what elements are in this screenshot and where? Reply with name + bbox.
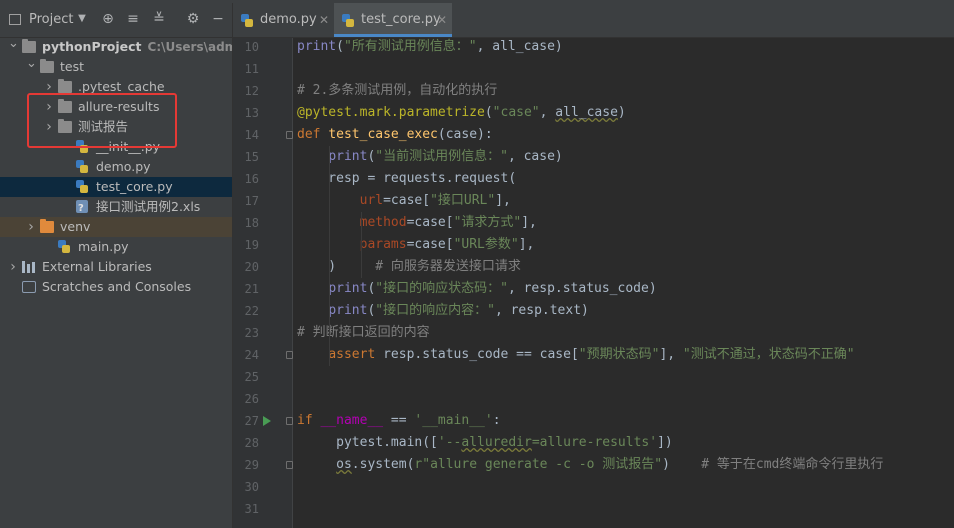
tab-label: demo.py xyxy=(260,12,317,27)
tree-item-python-project[interactable]: ⌄ pythonProjectC:\Users\admin\ xyxy=(0,37,232,57)
code-line[interactable]: print("当前测试用例信息：", case) xyxy=(297,146,562,168)
tree-item-label: 接口测试用例2.xls xyxy=(96,199,201,214)
folder-icon xyxy=(22,39,36,53)
line-number: 13 xyxy=(244,106,259,120)
code-line[interactable]: os.system(r"allure generate -c -o 测试报告")… xyxy=(297,454,883,476)
chevron-right-icon[interactable]: › xyxy=(26,217,36,237)
tree-item-label: Scratches and Consoles xyxy=(42,279,192,294)
editor-tabs: demo.py ✕ test_core.py ✕ xyxy=(233,3,954,38)
tab-demo-py[interactable]: demo.py ✕ xyxy=(233,3,333,37)
tree-item-main-py[interactable]: main.py xyxy=(0,237,232,257)
project-panel: Project ▼ ⊕ ≡ ≚ ⚙ − ⌄ pythonProject C:\Use… xyxy=(0,3,233,528)
line-number: 18 xyxy=(244,216,259,230)
chevron-down-icon[interactable]: ▼ xyxy=(74,11,90,27)
unknown-file-icon: ? xyxy=(76,200,88,214)
chevron-right-icon[interactable]: › xyxy=(8,257,18,277)
tree-item-label: test xyxy=(60,59,85,74)
code-line[interactable]: print("接口的响应内容：", resp.text) xyxy=(297,300,589,322)
collapse-all-icon[interactable]: ≚ xyxy=(151,11,167,27)
python-file-icon xyxy=(241,14,253,27)
tab-test-core-py[interactable]: test_core.py ✕ xyxy=(334,3,452,37)
folder-icon xyxy=(40,59,54,73)
project-title[interactable]: Project xyxy=(29,12,73,27)
tree-item-scratches[interactable]: Scratches and Consoles xyxy=(0,277,232,297)
run-icon[interactable] xyxy=(263,416,271,426)
python-file-icon xyxy=(342,14,354,27)
fold-marker-icon[interactable] xyxy=(286,351,293,359)
code-editor[interactable]: print("所有测试用例信息：", all_case) # 2.多条测试用例，自… xyxy=(293,38,954,528)
tree-item-label: main.py xyxy=(78,239,129,254)
fold-marker-icon[interactable] xyxy=(286,417,293,425)
line-number: 23 xyxy=(244,326,259,340)
line-number: 29 xyxy=(244,458,259,472)
hide-icon[interactable]: − xyxy=(210,11,226,27)
folder-icon xyxy=(40,219,54,233)
code-line[interactable]: assert resp.status_code == case["预期状态码"]… xyxy=(297,344,854,366)
line-number: 14 xyxy=(244,128,259,142)
tree-item-label: venv xyxy=(60,219,91,234)
tree-item-test[interactable]: ⌄ test xyxy=(0,57,232,77)
tree-item-venv[interactable]: › venv xyxy=(0,217,232,237)
line-number: 22 xyxy=(244,304,259,318)
code-line[interactable]: print("所有测试用例信息：", all_case) xyxy=(297,36,563,58)
code-line[interactable]: # 判断接口返回的内容 xyxy=(297,322,430,344)
line-number: 21 xyxy=(244,282,259,296)
fold-marker-icon[interactable] xyxy=(286,461,293,469)
line-number: 28 xyxy=(244,436,259,450)
code-line[interactable]: if __name__ == '__main__': xyxy=(297,410,501,432)
line-number: 25 xyxy=(244,370,259,384)
code-line[interactable]: pytest.main(['--alluredir=allure-results… xyxy=(297,432,673,454)
code-line[interactable]: # 2.多条测试用例，自动化的执行 xyxy=(297,80,497,102)
tree-item-test-core-py[interactable]: test_core.py xyxy=(0,177,232,197)
line-number: 11 xyxy=(244,62,259,76)
tree-item-label: demo.py xyxy=(96,159,151,174)
close-icon[interactable]: ✕ xyxy=(319,3,329,37)
line-number: 12 xyxy=(244,84,259,98)
tree-item-xls-file[interactable]: ? 接口测试用例2.xls xyxy=(0,197,232,217)
fold-marker-icon[interactable] xyxy=(286,131,293,139)
line-number: 19 xyxy=(244,238,259,252)
code-line[interactable]: def test_case_exec(case): xyxy=(297,124,493,146)
line-number-gutter: 10 11 12 13 14 15 16 17 18 19 20 21 22 23 24 25 26 27 28 29… xyxy=(233,38,293,528)
python-file-icon xyxy=(58,240,70,253)
project-toolbar: Project ▼ ⊕ ≡ ≚ ⚙ − xyxy=(0,3,232,38)
project-path: C:\Users\admin\ xyxy=(147,40,232,54)
locate-icon[interactable]: ⊕ xyxy=(100,11,116,27)
chevron-down-icon[interactable]: ⌄ xyxy=(26,57,37,74)
line-number: 31 xyxy=(244,502,259,516)
line-number: 20 xyxy=(244,260,259,274)
tree-item-label: test_core.py xyxy=(96,179,173,194)
line-number: 10 xyxy=(244,40,259,54)
code-line[interactable]: params=case["URL参数"], xyxy=(297,234,535,256)
chevron-down-icon[interactable]: ⌄ xyxy=(8,37,19,54)
expand-all-icon[interactable]: ≡ xyxy=(125,11,141,27)
folder-icon xyxy=(58,79,72,93)
indent-guide xyxy=(361,212,362,278)
indent-guide xyxy=(329,146,330,366)
scratches-icon xyxy=(22,281,36,293)
library-icon xyxy=(22,261,36,273)
line-number: 30 xyxy=(244,480,259,494)
tree-item-external-libraries[interactable]: › External Libraries xyxy=(0,257,232,277)
line-number: 26 xyxy=(244,392,259,406)
line-number: 15 xyxy=(244,150,259,164)
gear-icon[interactable]: ⚙ xyxy=(185,11,201,27)
line-number: 17 xyxy=(244,194,259,208)
code-line[interactable]: ) # 向服务器发送接口请求 xyxy=(297,256,521,278)
python-file-icon xyxy=(76,180,88,193)
code-line[interactable]: @pytest.mark.parametrize("case", all_cas… xyxy=(297,102,626,124)
line-number: 24 xyxy=(244,348,259,362)
tree-item-label: pythonProjectC:\Users\admin\ xyxy=(42,37,232,57)
tab-label: test_core.py xyxy=(361,12,441,27)
tree-item-demo-py[interactable]: demo.py xyxy=(0,157,232,177)
line-number: 16 xyxy=(244,172,259,186)
highlight-box xyxy=(27,93,177,148)
code-line[interactable]: method=case["请求方式"], xyxy=(297,212,537,234)
close-icon[interactable]: ✕ xyxy=(437,3,447,37)
line-number: 27 xyxy=(244,414,259,428)
tree-item-label: External Libraries xyxy=(42,259,152,274)
code-line[interactable]: print("接口的响应状态码：", resp.status_code) xyxy=(297,278,656,300)
project-view-icon xyxy=(9,14,21,25)
python-file-icon xyxy=(76,160,88,173)
